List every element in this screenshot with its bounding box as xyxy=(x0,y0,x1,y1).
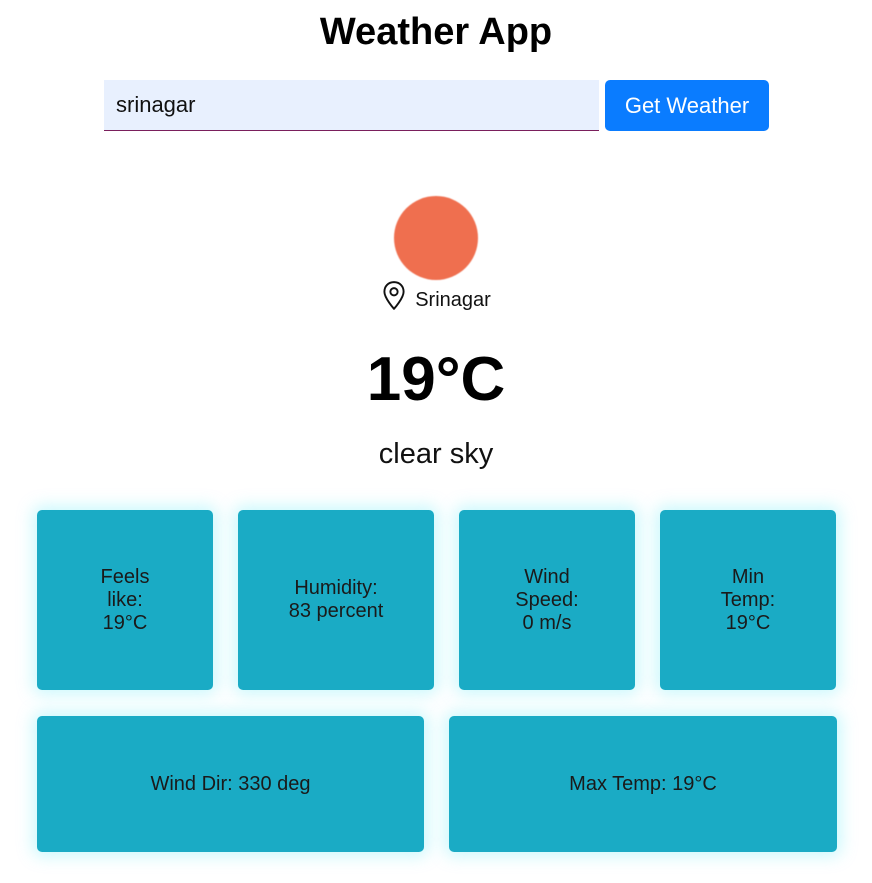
get-weather-button[interactable]: Get Weather xyxy=(605,80,769,131)
wind-speed-card: Wind Speed: 0 m/s xyxy=(459,510,635,690)
feels-like-card: Feels like: 19°C xyxy=(37,510,213,690)
min-temp-card: Min Temp: 19°C xyxy=(660,510,836,690)
wind-speed-text: Wind Speed: 0 m/s xyxy=(515,565,579,634)
location-pin-icon xyxy=(383,281,405,310)
temperature: 19°C xyxy=(366,345,506,414)
min-temp-text: Min Temp: 19°C xyxy=(720,565,776,634)
location-row: Srinagar xyxy=(0,280,872,330)
city-search-input[interactable] xyxy=(104,80,599,131)
feels-like-text: Feels like: 19°C xyxy=(100,565,150,634)
humidity-text: Humidity: 83 percent xyxy=(288,577,384,622)
wind-direction-text: Wind Dir: 330 deg xyxy=(150,772,311,795)
app-title: Weather App xyxy=(319,11,553,53)
sun-icon xyxy=(394,196,478,280)
max-temp-card: Max Temp: 19°C xyxy=(449,716,837,852)
location-name: Srinagar xyxy=(415,289,491,311)
humidity-card: Humidity: 83 percent xyxy=(238,510,434,690)
max-temp-text: Max Temp: 19°C xyxy=(569,772,717,795)
weather-description: clear sky xyxy=(378,438,494,470)
wind-direction-card: Wind Dir: 330 deg xyxy=(37,716,424,852)
